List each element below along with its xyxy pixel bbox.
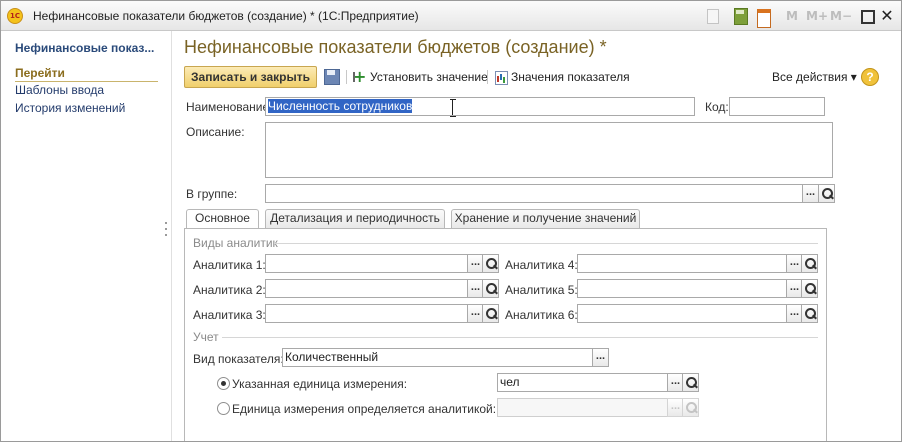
set-value-icon	[353, 67, 367, 86]
toolbar-divider	[346, 70, 347, 84]
analytics-2-label: Аналитика 2:	[193, 283, 266, 297]
analytics-6-field[interactable]	[577, 304, 787, 323]
unit-by-analytics-label[interactable]: Единица измерения определяется аналитико…	[232, 402, 496, 416]
save-and-close-button[interactable]: Записать и закрыть	[184, 66, 317, 88]
sidebar-link-input-templates[interactable]: Шаблоны ввода	[15, 83, 104, 97]
chart-icon	[494, 70, 508, 85]
indicator-type-field[interactable]: Количественный	[282, 348, 593, 367]
app-logo-icon: 1С	[7, 8, 23, 24]
calculator-icon[interactable]	[733, 7, 748, 25]
unit-by-analytics-radio[interactable]	[217, 402, 230, 415]
form-area: Нефинансовые показатели бюджетов (создан…	[172, 31, 901, 441]
group-select-button[interactable]: ...	[802, 184, 819, 203]
splitter-handle[interactable]	[164, 220, 168, 244]
analytics-3-label: Аналитика 3:	[193, 308, 266, 322]
tab-detailing[interactable]: Детализация и периодичность	[265, 209, 445, 228]
name-label: Наименование:	[186, 100, 273, 114]
close-icon[interactable]: ✕	[879, 7, 895, 25]
text-cursor	[450, 99, 456, 117]
restore-icon[interactable]	[859, 7, 875, 25]
unit-by-analytics-field	[497, 398, 668, 417]
analytics-3-field[interactable]	[265, 304, 468, 323]
toolbar-divider	[487, 70, 488, 84]
description-label: Описание:	[186, 125, 245, 139]
group-label: В группе:	[186, 187, 238, 201]
window-title: Нефинансовые показатели бюджетов (создан…	[33, 9, 419, 23]
memory-minus-button[interactable]: M−	[830, 7, 852, 25]
indicator-type-label: Вид показателя:	[193, 352, 284, 366]
group-field[interactable]	[265, 184, 803, 203]
analytics-4-label: Аналитика 4:	[505, 258, 578, 272]
save-icon[interactable]	[323, 68, 340, 85]
unit-specified-label[interactable]: Указанная единица измерения:	[232, 377, 407, 391]
analytics-1-search-icon[interactable]	[482, 254, 499, 273]
tab-basic[interactable]: Основное	[186, 209, 259, 229]
unit-by-analytics-search-icon	[682, 398, 699, 417]
analytics-4-field[interactable]	[577, 254, 787, 273]
analytics-2-field[interactable]	[265, 279, 468, 298]
memory-button[interactable]: M	[785, 7, 799, 25]
tab-storage[interactable]: Хранение и получение значений	[451, 209, 640, 228]
sidebar-section-title: Перейти	[15, 66, 158, 82]
analytics-3-search-icon[interactable]	[482, 304, 499, 323]
analytics-5-label: Аналитика 5:	[505, 283, 578, 297]
unit-specified-radio[interactable]	[217, 377, 230, 390]
document-icon[interactable]	[705, 7, 719, 25]
title-bar: 1С Нефинансовые показатели бюджетов (соз…	[1, 1, 901, 31]
description-field[interactable]	[265, 122, 833, 178]
analytics-4-search-icon[interactable]	[801, 254, 818, 273]
app-window: 1С Нефинансовые показатели бюджетов (соз…	[0, 0, 902, 442]
group-search-icon[interactable]	[818, 184, 835, 203]
analytics-group-divider	[274, 243, 818, 244]
indicator-type-select-button[interactable]: ...	[592, 348, 609, 367]
code-label: Код:	[705, 100, 729, 114]
sidebar-link-change-history[interactable]: История изменений	[15, 101, 125, 115]
code-field[interactable]	[729, 97, 825, 116]
calendar-icon[interactable]	[756, 7, 771, 28]
analytics-6-label: Аналитика 6:	[505, 308, 578, 322]
unit-field[interactable]: чел	[497, 373, 668, 392]
memory-plus-button[interactable]: M+	[806, 7, 828, 25]
analytics-1-field[interactable]	[265, 254, 468, 273]
indicator-values-button[interactable]: Значения показателя	[494, 70, 630, 85]
analytics-5-search-icon[interactable]	[801, 279, 818, 298]
page-title: Нефинансовые показатели бюджетов (создан…	[184, 37, 607, 57]
accounting-group-divider	[222, 337, 818, 338]
analytics-6-search-icon[interactable]	[801, 304, 818, 323]
analytics-1-label: Аналитика 1:	[193, 258, 266, 272]
all-actions-menu[interactable]: Все действия ▾	[772, 70, 857, 84]
name-field[interactable]: Численность сотрудников	[265, 97, 695, 116]
sidebar: Нефинансовые показ... Перейти Шаблоны вв…	[1, 31, 172, 441]
set-value-button[interactable]: Установить значение	[353, 67, 488, 86]
analytics-2-search-icon[interactable]	[482, 279, 499, 298]
sidebar-header[interactable]: Нефинансовые показ...	[15, 41, 165, 55]
analytics-5-field[interactable]	[577, 279, 787, 298]
analytics-group-title: Виды аналитик	[193, 236, 278, 250]
name-value: Численность сотрудников	[268, 99, 413, 113]
indicator-values-label: Значения показателя	[511, 70, 630, 84]
help-icon[interactable]: ?	[861, 68, 879, 86]
accounting-group-title: Учет	[193, 330, 219, 344]
set-value-label: Установить значение	[370, 70, 488, 84]
unit-search-icon[interactable]	[682, 373, 699, 392]
